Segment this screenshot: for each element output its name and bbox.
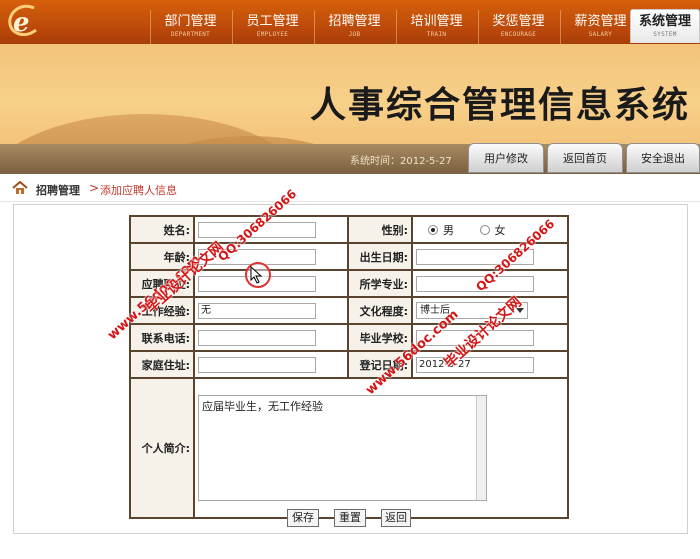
home-button[interactable]: 返回首页 [547, 143, 623, 173]
breadcrumb-separator: > [89, 181, 100, 195]
nav-tab-sub: DEPARTMENT [170, 31, 211, 38]
name-label: 姓名: [129, 215, 195, 244]
nav-tab-label: 员工管理 [246, 14, 299, 29]
breadcrumb-page: 添加应聘人信息 [100, 184, 177, 197]
intro-label: 个人简介: [129, 377, 195, 519]
nav-tab-sub: SYSTEM [653, 31, 677, 38]
svg-text:e: e [13, 8, 30, 38]
gender-female-radio[interactable] [479, 224, 490, 235]
breadcrumb: 招聘管理 > 添加应聘人信息 [0, 174, 700, 202]
education-label: 文化程度: [347, 296, 413, 325]
cursor-highlight [245, 262, 271, 288]
nav-tab-label: 薪资管理 [574, 14, 627, 29]
nav-tab-sub: JOB [348, 31, 361, 38]
system-time-label: 系统时间： [350, 156, 400, 167]
home-icon [12, 181, 28, 194]
header-banner: 人事综合管理信息系统 系统时间：2012-5-27 用户修改 返回首页 安全退出 [0, 44, 700, 174]
nav-tab-label: 培训管理 [410, 14, 463, 29]
breadcrumb-section[interactable]: 招聘管理 [36, 182, 80, 198]
textarea-scrollbar[interactable] [476, 396, 486, 500]
experience-input[interactable]: 无 [198, 302, 316, 319]
user-edit-button[interactable]: 用户修改 [468, 143, 544, 173]
nav-tab-train[interactable]: 培训管理 TRAIN [396, 10, 476, 44]
nav-tab-label: 奖惩管理 [492, 14, 545, 29]
major-label: 所学专业: [347, 269, 413, 298]
address-input[interactable] [198, 356, 316, 373]
tel-input[interactable] [198, 329, 316, 346]
gender-male-radio[interactable] [428, 224, 438, 235]
nav-tab-department[interactable]: 部门管理 DEPARTMENT [150, 10, 230, 44]
back-button[interactable]: 返回 [381, 509, 411, 527]
cursor-arrow-icon [250, 266, 263, 284]
gender-male-label: 男 [443, 223, 454, 237]
gender-female-label: 女 [494, 223, 506, 237]
system-title: 人事综合管理信息系统 [309, 84, 690, 126]
birthday-label: 出生日期: [347, 242, 413, 271]
address-cell [193, 350, 349, 379]
tel-label: 联系电话: [129, 323, 195, 352]
nav-tab-label: 招聘管理 [328, 14, 381, 29]
logo-icon: e [8, 4, 37, 38]
address-label: 家庭住址: [129, 350, 195, 379]
birthday-cell [411, 242, 569, 271]
experience-cell: 无 [193, 296, 349, 325]
intro-textarea[interactable]: 应届毕业生，无工作经验 [198, 395, 487, 501]
nav-tab-sub: EMPLOYEE [256, 31, 289, 38]
nav-tab-employee[interactable]: 员工管理 EMPLOYEE [232, 10, 312, 44]
position-cell [193, 269, 349, 298]
system-time: 系统时间：2012-5-27 [350, 152, 452, 167]
regdate-input[interactable]: 2012-5-27 [416, 356, 534, 373]
reset-button[interactable]: 重置 [334, 509, 366, 527]
system-time-value: 2012-5-27 [400, 156, 452, 167]
tel-cell [193, 323, 349, 352]
nav-tab-label: 系统管理 [638, 14, 691, 29]
save-button[interactable]: 保存 [287, 509, 319, 527]
intro-cell: 应届毕业生，无工作经验 [193, 377, 569, 519]
intro-text: 应届毕业生，无工作经验 [202, 400, 323, 413]
regdate-cell: 2012-5-27 [411, 350, 569, 379]
nav-tab-job[interactable]: 招聘管理 JOB [314, 10, 394, 44]
nav-tab-sub: TRAIN [426, 31, 447, 38]
school-label: 毕业学校: [347, 323, 413, 352]
nav-tab-encourage[interactable]: 奖惩管理 ENCOURAGE [478, 10, 558, 44]
nav-tab-system[interactable]: 系统管理 SYSTEM [630, 9, 700, 43]
gender-radio-group: 男 女 [416, 224, 506, 237]
nav-tab-sub: ENCOURAGE [500, 31, 537, 38]
nav-tab-salary[interactable]: 薪资管理 SALARY [560, 10, 640, 44]
logout-button[interactable]: 安全退出 [626, 143, 700, 173]
nav-tab-label: 部门管理 [164, 14, 217, 29]
top-nav-bar: e 部门管理 DEPARTMENT 员工管理 EMPLOYEE 招聘管理 JOB… [0, 0, 700, 44]
gender-label: 性别: [347, 215, 413, 244]
nav-tab-sub: SALARY [588, 31, 613, 38]
